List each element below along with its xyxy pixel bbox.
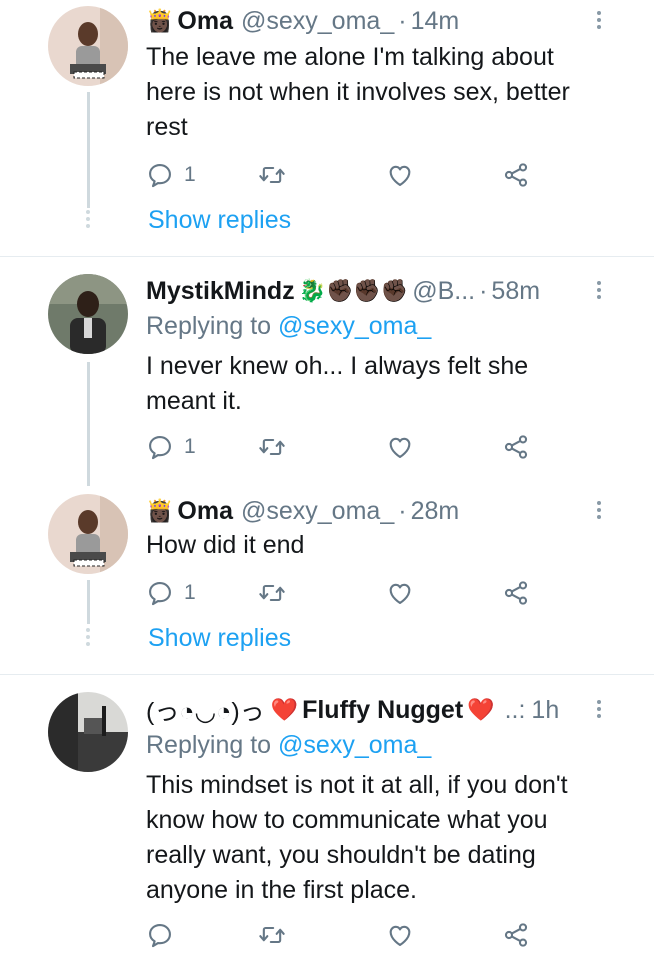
tweet-header: (っ◔◡◔)っ ❤️ Fluffy Nugget ❤️ ..: 1h xyxy=(146,693,594,727)
tweet-text: How did it end xyxy=(146,531,305,559)
share-icon xyxy=(502,161,530,189)
name-kaomoji: (っ◔◡◔)っ xyxy=(146,698,265,726)
retweet-button[interactable] xyxy=(258,918,286,952)
author-name[interactable]: Oma xyxy=(177,497,233,526)
share-icon xyxy=(502,921,530,949)
reply-icon xyxy=(146,579,174,607)
heart-emoji: ❤️ xyxy=(270,697,299,722)
more-options-icon[interactable] xyxy=(592,278,606,308)
reply-button[interactable]: 1 xyxy=(146,430,196,464)
tweet-actions: 1 xyxy=(146,430,536,464)
retweet-icon xyxy=(258,579,286,607)
replying-to: Replying to @sexy_oma_ xyxy=(146,312,431,341)
share-button[interactable] xyxy=(502,918,530,952)
like-icon xyxy=(386,161,414,189)
tweet-actions: 1 xyxy=(146,158,536,192)
princess-emoji: 👸🏿 xyxy=(146,498,174,523)
author-name[interactable]: Fluffy Nugget xyxy=(302,696,463,725)
separator: · xyxy=(479,276,488,305)
divider xyxy=(0,674,654,675)
more-options-icon[interactable] xyxy=(592,697,606,727)
timestamp[interactable]: 58m xyxy=(491,277,540,306)
reply-icon xyxy=(146,433,174,461)
replying-prefix: Replying to xyxy=(146,312,272,340)
avatar[interactable] xyxy=(48,274,128,354)
retweet-button[interactable] xyxy=(258,158,286,192)
retweet-button[interactable] xyxy=(258,430,286,464)
replying-mention[interactable]: @sexy_oma_ xyxy=(278,731,431,759)
retweet-icon xyxy=(258,161,286,189)
princess-emoji: 👸🏿 xyxy=(146,8,174,33)
retweet-button[interactable] xyxy=(258,576,286,610)
more-options-icon[interactable] xyxy=(592,8,606,38)
like-icon xyxy=(386,921,414,949)
tweet-text: The leave me alone I'm talking about her… xyxy=(146,43,570,141)
author-handle[interactable]: @sexy_oma_ xyxy=(241,7,394,36)
tweet-header: MystikMindz 🐉✊🏿✊🏿✊🏿 @B... · 58m xyxy=(146,274,594,308)
separator: · xyxy=(398,496,407,525)
reply-count: 1 xyxy=(184,581,196,604)
reply-count: 1 xyxy=(184,435,196,458)
retweet-icon xyxy=(258,433,286,461)
like-icon xyxy=(386,579,414,607)
reply-button[interactable]: 1 xyxy=(146,576,196,610)
reply-button[interactable]: 1 xyxy=(146,158,196,192)
like-button[interactable] xyxy=(386,576,414,610)
like-button[interactable] xyxy=(386,918,414,952)
timestamp[interactable]: 28m xyxy=(411,497,460,526)
reply-count: 1 xyxy=(184,163,196,186)
author-handle[interactable]: @B... xyxy=(412,277,475,306)
reply-icon xyxy=(146,921,174,949)
author-name[interactable]: Oma xyxy=(177,7,233,36)
tweet-text: This mindset is not it at all, if you do… xyxy=(146,771,568,904)
replying-mention[interactable]: @sexy_oma_ xyxy=(278,312,431,340)
tweet-actions xyxy=(146,918,536,952)
replying-to: Replying to @sexy_oma_ xyxy=(146,731,431,760)
dragon-fist-emojis: 🐉✊🏿✊🏿✊🏿 xyxy=(298,278,409,303)
separator: · xyxy=(398,6,407,35)
thread-line xyxy=(87,362,90,486)
tweet-actions: 1 xyxy=(146,576,536,610)
thread-line xyxy=(87,580,90,624)
like-icon xyxy=(386,433,414,461)
reply-icon xyxy=(146,161,174,189)
like-button[interactable] xyxy=(386,158,414,192)
avatar[interactable] xyxy=(48,494,128,574)
thread-line xyxy=(87,92,90,208)
share-button[interactable] xyxy=(502,576,530,610)
show-replies-link[interactable]: Show replies xyxy=(148,206,291,235)
tweet-header: 👸🏿 Oma @sexy_oma_ · 14m xyxy=(146,4,594,38)
replying-prefix: Replying to xyxy=(146,731,272,759)
divider xyxy=(0,256,654,257)
avatar[interactable] xyxy=(48,6,128,86)
show-replies-link[interactable]: Show replies xyxy=(148,624,291,653)
tweet-text: I never knew oh... I always felt she mea… xyxy=(146,352,529,415)
author-name[interactable]: MystikMindz xyxy=(146,277,295,306)
tweet-header: 👸🏿 Oma @sexy_oma_ · 28m xyxy=(146,494,594,528)
handle-ellipsis: ..: xyxy=(504,695,526,724)
avatar[interactable] xyxy=(48,692,128,772)
thread-dots xyxy=(86,210,90,231)
retweet-icon xyxy=(258,921,286,949)
share-icon xyxy=(502,433,530,461)
more-options-icon[interactable] xyxy=(592,498,606,528)
share-button[interactable] xyxy=(502,430,530,464)
reply-button[interactable] xyxy=(146,918,184,952)
like-button[interactable] xyxy=(386,430,414,464)
timestamp[interactable]: 1h xyxy=(531,696,559,725)
share-button[interactable] xyxy=(502,158,530,192)
timestamp[interactable]: 14m xyxy=(411,7,460,36)
share-icon xyxy=(502,579,530,607)
thread-dots xyxy=(86,628,90,649)
author-handle[interactable]: @sexy_oma_ xyxy=(241,497,394,526)
heart-emoji: ❤️ xyxy=(467,697,495,722)
